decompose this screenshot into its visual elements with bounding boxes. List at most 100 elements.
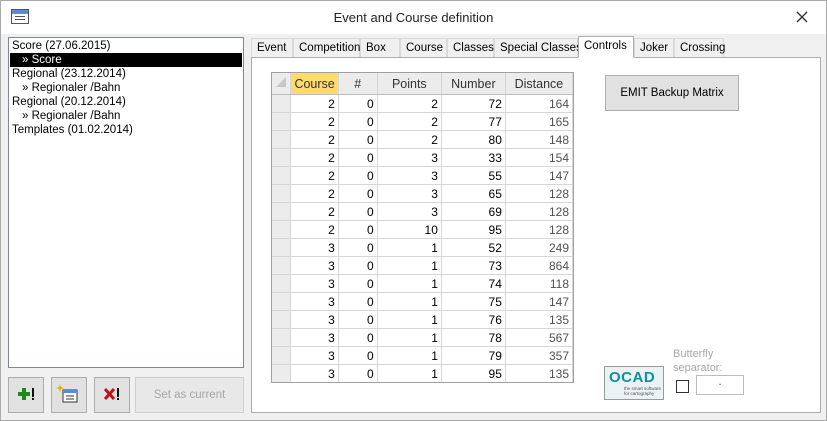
row-selector[interactable] [272,346,292,365]
cell-number[interactable]: 74 [441,274,506,293]
cell-number[interactable]: 80 [441,130,506,149]
column-header-course[interactable]: Course [290,73,339,95]
cell-number[interactable]: 55 [441,166,506,185]
cell-index[interactable]: 0 [338,238,378,257]
cell-number[interactable]: 73 [441,256,506,275]
new-record-row[interactable] [272,383,573,384]
tab-special-classes[interactable]: Special Classes [494,38,582,58]
cell-index[interactable]: 0 [338,184,378,203]
cell-index[interactable]: 0 [338,346,378,365]
cell-points[interactable]: 2 [377,130,442,149]
row-selector[interactable] [272,256,292,275]
column-header-points[interactable]: Points [377,73,442,95]
cell-course[interactable]: 2 [290,94,339,113]
cell-course[interactable]: 2 [290,202,339,221]
cell-distance[interactable]: 164 [505,94,573,113]
table-row[interactable]: 3 0 1 74 118 [272,274,573,293]
row-selector[interactable] [272,148,292,167]
empty-cell[interactable] [441,383,505,384]
cell-points[interactable]: 1 [377,310,442,329]
row-selector[interactable] [272,220,292,239]
cell-points[interactable]: 1 [377,328,442,347]
tab-competition[interactable]: Competition [293,38,360,58]
cell-index[interactable]: 0 [338,364,378,382]
cell-distance[interactable]: 128 [505,202,573,221]
cell-index[interactable]: 0 [338,202,378,221]
cell-distance[interactable]: 567 [505,328,573,347]
cell-points[interactable]: 1 [377,346,442,365]
cell-distance[interactable]: 249 [505,238,573,257]
cell-number[interactable]: 33 [441,148,506,167]
copy-event-button[interactable] [51,377,87,413]
row-selector[interactable] [272,328,292,347]
empty-cell[interactable] [291,383,338,384]
cell-distance[interactable]: 148 [505,130,573,149]
cell-points[interactable]: 3 [377,202,442,221]
cell-points[interactable]: 10 [377,220,442,239]
tree-item[interactable]: Regional (23.12.2014) [10,67,126,81]
cell-number[interactable]: 69 [441,202,506,221]
table-row[interactable]: 3 0 1 73 864 [272,256,573,275]
cell-index[interactable]: 0 [338,220,378,239]
cell-distance[interactable]: 864 [505,256,573,275]
cell-course[interactable]: 3 [290,346,339,365]
row-selector[interactable] [272,383,291,384]
cell-points[interactable]: 1 [377,274,442,293]
cell-course[interactable]: 3 [290,292,339,311]
cell-points[interactable]: 2 [377,112,442,131]
row-selector[interactable] [272,364,292,382]
column-header-distance[interactable]: Distance [505,73,573,95]
close-button[interactable] [790,7,814,29]
cell-distance[interactable]: 147 [505,166,573,185]
row-selector[interactable] [272,310,292,329]
tree-item[interactable]: Templates (01.02.2014) [10,123,133,137]
cell-number[interactable]: 79 [441,346,506,365]
cell-course[interactable]: 3 [290,328,339,347]
tree-item[interactable]: » Score [10,53,242,67]
cell-points[interactable]: 1 [377,256,442,275]
cell-points[interactable]: 2 [377,94,442,113]
cell-distance[interactable]: 154 [505,148,573,167]
row-selector[interactable] [272,238,292,257]
table-row[interactable]: 2 0 3 69 128 [272,202,573,221]
cell-points[interactable]: 1 [377,292,442,311]
delete-event-button[interactable] [94,377,130,413]
column-header-index[interactable]: # [338,73,378,95]
cell-distance[interactable]: 128 [505,184,573,203]
event-tree[interactable]: Score (27.06.2015)» Score Regional (23.12… [8,37,244,368]
cell-course[interactable]: 3 [290,238,339,257]
tab-box[interactable]: Box [360,38,400,58]
row-selector[interactable] [272,112,292,131]
table-row[interactable]: 2 0 3 65 128 [272,184,573,203]
cell-number[interactable]: 77 [441,112,506,131]
cell-course[interactable]: 3 [290,256,339,275]
cell-number[interactable]: 76 [441,310,506,329]
table-row[interactable]: 2 0 3 33 154 [272,148,573,167]
row-selector[interactable] [272,292,292,311]
row-selector[interactable] [272,166,292,185]
butterfly-checkbox[interactable] [676,380,689,393]
table-row[interactable]: 2 0 3 55 147 [272,166,573,185]
cell-index[interactable]: 0 [338,166,378,185]
cell-points[interactable]: 1 [377,364,442,382]
cell-points[interactable]: 3 [377,166,442,185]
table-row[interactable]: 3 0 1 79 357 [272,346,573,365]
empty-cell[interactable] [338,383,377,384]
cell-course[interactable]: 3 [290,310,339,329]
cell-number[interactable]: 65 [441,184,506,203]
cell-distance[interactable]: 135 [505,364,573,382]
cell-points[interactable]: 1 [377,238,442,257]
row-selector[interactable] [272,202,292,221]
cell-course[interactable]: 2 [290,184,339,203]
tab-event[interactable]: Event [251,38,293,58]
cell-number[interactable]: 75 [441,292,506,311]
cell-points[interactable]: 3 [377,184,442,203]
cell-index[interactable]: 0 [338,256,378,275]
table-row[interactable]: 2 0 2 77 165 [272,112,573,131]
cell-index[interactable]: 0 [338,310,378,329]
tree-item[interactable]: » Regionaler /Bahn [10,81,120,95]
row-selector[interactable] [272,130,292,149]
tab-course[interactable]: Course [400,38,447,58]
cell-course[interactable]: 2 [290,148,339,167]
cell-course[interactable]: 2 [290,220,339,239]
